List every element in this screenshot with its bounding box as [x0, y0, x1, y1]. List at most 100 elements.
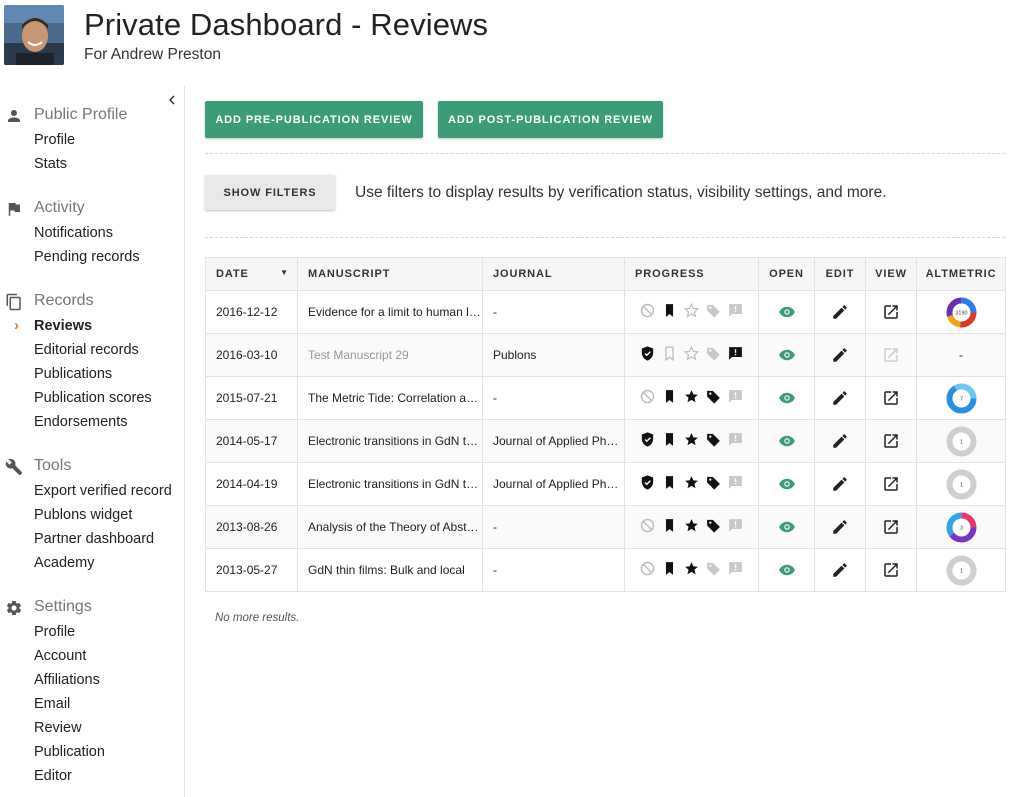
not-verified-icon	[639, 560, 656, 580]
cell-altmetric: -	[916, 333, 1006, 377]
cell-manuscript[interactable]: Test Manuscript 29	[297, 333, 483, 377]
eye-icon[interactable]	[778, 304, 796, 318]
cell-altmetric: 1	[916, 462, 1006, 506]
sidebar-item-notifications[interactable]: Notifications	[0, 221, 185, 245]
cell-altmetric: 1	[916, 419, 1006, 463]
star-icon	[683, 474, 700, 494]
altmetric-empty: -	[959, 348, 963, 362]
altmetric-badge[interactable]: 3	[945, 512, 978, 542]
sidebar-item-profile[interactable]: Profile	[0, 128, 185, 152]
sidebar-item-editorial-records[interactable]: Editorial records	[0, 338, 185, 362]
eye-icon[interactable]	[778, 433, 796, 447]
sidebar-item-publication[interactable]: Publication	[0, 740, 185, 764]
sidebar-item-affiliations[interactable]: Affiliations	[0, 668, 185, 692]
altmetric-badge[interactable]: 1	[945, 555, 978, 585]
sidebar-item-review[interactable]: Review	[0, 716, 185, 740]
table-row[interactable]: 2016-12-12 Evidence for a limit to human …	[205, 290, 1006, 334]
sidebar-item-publications[interactable]: Publications	[0, 362, 185, 386]
eye-icon[interactable]	[778, 476, 796, 490]
sidebar-section-title: Settings	[34, 598, 92, 615]
person-icon	[5, 107, 23, 125]
sidebar-section-tools: Tools Export verified record Publons wid…	[0, 455, 185, 575]
cell-date: 2013-05-27	[205, 548, 298, 592]
show-filters-button[interactable]: SHOW FILTERS	[205, 175, 335, 210]
cell-manuscript[interactable]: Analysis of the Theory of Abstract	[297, 505, 483, 549]
pencil-icon[interactable]	[831, 390, 849, 405]
cell-view	[865, 548, 917, 592]
cell-edit	[814, 376, 866, 420]
sidebar-item-publons-widget[interactable]: Publons widget	[0, 503, 185, 527]
table-row[interactable]: 2014-04-19 Electronic transitions in GdN …	[205, 462, 1006, 506]
add-post-publication-review-button[interactable]: ADD POST-PUBLICATION REVIEW	[438, 101, 663, 138]
cell-manuscript[interactable]: Electronic transitions in GdN thin films	[297, 462, 483, 506]
sidebar: Public Profile Profile Stats Activity No…	[0, 86, 185, 797]
altmetric-badge[interactable]: 1	[945, 426, 978, 456]
page-header: Private Dashboard - Reviews For Andrew P…	[0, 0, 1013, 86]
sidebar-section-public-profile: Public Profile Profile Stats	[0, 104, 185, 176]
cell-altmetric: 1	[916, 548, 1006, 592]
column-header-journal[interactable]: JOURNAL	[482, 257, 625, 291]
cell-manuscript[interactable]: Evidence for a limit to human lifespan	[297, 290, 483, 334]
sidebar-item-academy[interactable]: Academy	[0, 551, 185, 575]
add-pre-publication-review-button[interactable]: ADD PRE-PUBLICATION REVIEW	[205, 101, 423, 138]
eye-icon[interactable]	[778, 519, 796, 533]
sidebar-item-reviews[interactable]: › Reviews	[0, 314, 185, 338]
eye-icon[interactable]	[778, 390, 796, 404]
table-row[interactable]: 2014-05-17 Electronic transitions in GdN …	[205, 419, 1006, 463]
pencil-icon[interactable]	[831, 347, 849, 362]
altmetric-badge[interactable]: 1	[945, 469, 978, 499]
sidebar-item-endorsements[interactable]: Endorsements	[0, 410, 185, 434]
cell-edit	[814, 548, 866, 592]
open-external-icon[interactable]	[882, 390, 900, 405]
open-external-icon[interactable]	[882, 304, 900, 319]
sidebar-item-partner-dashboard[interactable]: Partner dashboard	[0, 527, 185, 551]
bookmark-icon	[661, 388, 678, 408]
pencil-icon[interactable]	[831, 304, 849, 319]
sidebar-item-export-verified-record[interactable]: Export verified record	[0, 479, 185, 503]
sidebar-section-title: Activity	[34, 199, 85, 216]
cell-manuscript[interactable]: Electronic transitions in GdN thin films	[297, 419, 483, 463]
sidebar-section-title: Tools	[34, 457, 72, 474]
flag-icon	[5, 200, 23, 218]
sidebar-item-email[interactable]: Email	[0, 692, 185, 716]
cell-view	[865, 290, 917, 334]
open-external-icon[interactable]	[882, 519, 900, 534]
cell-date: 2014-04-19	[205, 462, 298, 506]
wrench-icon	[5, 458, 23, 476]
eye-icon[interactable]	[778, 562, 796, 576]
sidebar-item-pending-records[interactable]: Pending records	[0, 245, 185, 269]
column-header-date[interactable]: DATE ▼	[205, 257, 298, 291]
eye-icon[interactable]	[778, 347, 796, 361]
sidebar-item-publication-scores[interactable]: Publication scores	[0, 386, 185, 410]
sidebar-item-editor[interactable]: Editor	[0, 764, 185, 788]
verified-shield-icon	[639, 345, 656, 365]
sidebar-item-settings-profile[interactable]: Profile	[0, 620, 185, 644]
copy-icon	[5, 293, 23, 311]
cell-view	[865, 505, 917, 549]
altmetric-badge[interactable]: 7	[945, 383, 978, 413]
cell-manuscript[interactable]: The Metric Tide: Correlation analysis	[297, 376, 483, 420]
pencil-icon[interactable]	[831, 562, 849, 577]
altmetric-badge[interactable]: 3190	[945, 297, 978, 327]
table-row[interactable]: 2015-07-21 The Metric Tide: Correlation a…	[205, 376, 1006, 420]
sidebar-section-title: Public Profile	[34, 106, 128, 123]
open-external-icon[interactable]	[882, 476, 900, 491]
table-row[interactable]: 2013-08-26 Analysis of the Theory of Abst…	[205, 505, 1006, 549]
open-external-icon[interactable]	[882, 433, 900, 448]
cell-manuscript[interactable]: GdN thin films: Bulk and local	[297, 548, 483, 592]
table-row[interactable]: 2016-03-10 Test Manuscript 29 Publons -	[205, 333, 1006, 377]
pencil-icon[interactable]	[831, 476, 849, 491]
pencil-icon[interactable]	[831, 433, 849, 448]
not-verified-icon	[639, 517, 656, 537]
column-header-edit: EDIT	[814, 257, 866, 291]
table-row[interactable]: 2013-05-27 GdN thin films: Bulk and local…	[205, 548, 1006, 592]
column-header-manuscript[interactable]: MANUSCRIPT	[297, 257, 483, 291]
comment-icon	[727, 517, 744, 537]
pencil-icon[interactable]	[831, 519, 849, 534]
star-icon	[683, 517, 700, 537]
page-subtitle: For Andrew Preston	[84, 46, 221, 63]
cell-journal: -	[482, 505, 625, 549]
sidebar-item-account[interactable]: Account	[0, 644, 185, 668]
sidebar-item-stats[interactable]: Stats	[0, 152, 185, 176]
open-external-icon[interactable]	[882, 562, 900, 577]
